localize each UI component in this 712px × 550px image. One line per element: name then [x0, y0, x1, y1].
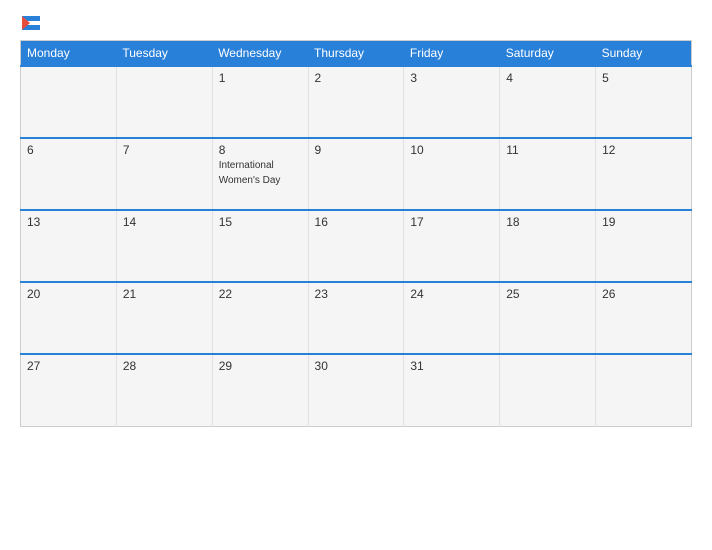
calendar-week-5: 27 28 29 30 31 — [21, 354, 692, 426]
day-number: 4 — [506, 71, 589, 85]
calendar-week-3: 13 14 15 16 17 18 19 — [21, 210, 692, 282]
day-number: 18 — [506, 215, 589, 229]
day-number: 31 — [410, 359, 493, 373]
day-event: International Women's Day — [219, 160, 281, 186]
day-number: 5 — [602, 71, 685, 85]
logo-flag-icon — [22, 16, 40, 30]
logo — [20, 16, 40, 30]
calendar-cell: 30 — [308, 354, 404, 426]
calendar-cell — [500, 354, 596, 426]
day-header-sunday: Sunday — [596, 41, 692, 67]
day-number: 1 — [219, 71, 302, 85]
day-header-wednesday: Wednesday — [212, 41, 308, 67]
day-number: 27 — [27, 359, 110, 373]
day-number: 17 — [410, 215, 493, 229]
day-header-monday: Monday — [21, 41, 117, 67]
calendar-cell: 28 — [116, 354, 212, 426]
calendar-cell: 27 — [21, 354, 117, 426]
calendar-week-2: 678 International Women's Day 9 10 11 12 — [21, 138, 692, 210]
calendar-cell: 17 — [404, 210, 500, 282]
calendar-cell: 4 — [500, 66, 596, 138]
calendar-cell: 3 — [404, 66, 500, 138]
day-number: 7 — [123, 143, 206, 157]
day-number: 10 — [410, 143, 493, 157]
day-number: 2 — [315, 71, 398, 85]
day-number: 30 — [315, 359, 398, 373]
calendar-cell: 18 — [500, 210, 596, 282]
calendar-cell: 15 — [212, 210, 308, 282]
day-number: 26 — [602, 287, 685, 301]
calendar-cell: 29 — [212, 354, 308, 426]
day-number: 16 — [315, 215, 398, 229]
calendar-cell: 24 — [404, 282, 500, 354]
day-number: 23 — [315, 287, 398, 301]
page: MondayTuesdayWednesdayThursdayFridaySatu… — [0, 0, 712, 550]
day-number: 22 — [219, 287, 302, 301]
calendar-header-row: MondayTuesdayWednesdayThursdayFridaySatu… — [21, 41, 692, 67]
day-number: 9 — [315, 143, 398, 157]
calendar-cell: 6 — [21, 138, 117, 210]
calendar-cell: 23 — [308, 282, 404, 354]
day-number: 3 — [410, 71, 493, 85]
calendar-week-1: 12345 — [21, 66, 692, 138]
day-number: 29 — [219, 359, 302, 373]
day-number: 6 — [27, 143, 110, 157]
day-header-tuesday: Tuesday — [116, 41, 212, 67]
calendar-cell: 14 — [116, 210, 212, 282]
day-number: 19 — [602, 215, 685, 229]
calendar-cell: 7 — [116, 138, 212, 210]
day-number: 12 — [602, 143, 685, 157]
calendar-week-4: 20 21 22 23 24 25 26 — [21, 282, 692, 354]
header — [20, 16, 692, 30]
calendar-cell: 11 — [500, 138, 596, 210]
calendar-cell: 20 — [21, 282, 117, 354]
calendar-cell — [116, 66, 212, 138]
calendar-table: MondayTuesdayWednesdayThursdayFridaySatu… — [20, 40, 692, 427]
day-number: 15 — [219, 215, 302, 229]
calendar-cell: 26 — [596, 282, 692, 354]
day-number: 21 — [123, 287, 206, 301]
day-number: 24 — [410, 287, 493, 301]
day-number: 13 — [27, 215, 110, 229]
calendar-cell: 8 International Women's Day — [212, 138, 308, 210]
calendar-cell: 21 — [116, 282, 212, 354]
day-number: 25 — [506, 287, 589, 301]
calendar-cell: 10 — [404, 138, 500, 210]
calendar-cell: 25 — [500, 282, 596, 354]
calendar-cell — [21, 66, 117, 138]
day-number: 28 — [123, 359, 206, 373]
calendar-cell: 9 — [308, 138, 404, 210]
day-number: 11 — [506, 143, 589, 157]
day-header-thursday: Thursday — [308, 41, 404, 67]
calendar-cell: 19 — [596, 210, 692, 282]
day-header-saturday: Saturday — [500, 41, 596, 67]
calendar-cell: 2 — [308, 66, 404, 138]
calendar-cell: 31 — [404, 354, 500, 426]
calendar-cell: 22 — [212, 282, 308, 354]
calendar-cell: 13 — [21, 210, 117, 282]
calendar-cell: 5 — [596, 66, 692, 138]
calendar-cell: 16 — [308, 210, 404, 282]
day-header-friday: Friday — [404, 41, 500, 67]
day-number: 20 — [27, 287, 110, 301]
day-number: 14 — [123, 215, 206, 229]
calendar-cell: 12 — [596, 138, 692, 210]
calendar-cell — [596, 354, 692, 426]
day-number: 8 — [219, 143, 302, 157]
calendar-cell: 1 — [212, 66, 308, 138]
